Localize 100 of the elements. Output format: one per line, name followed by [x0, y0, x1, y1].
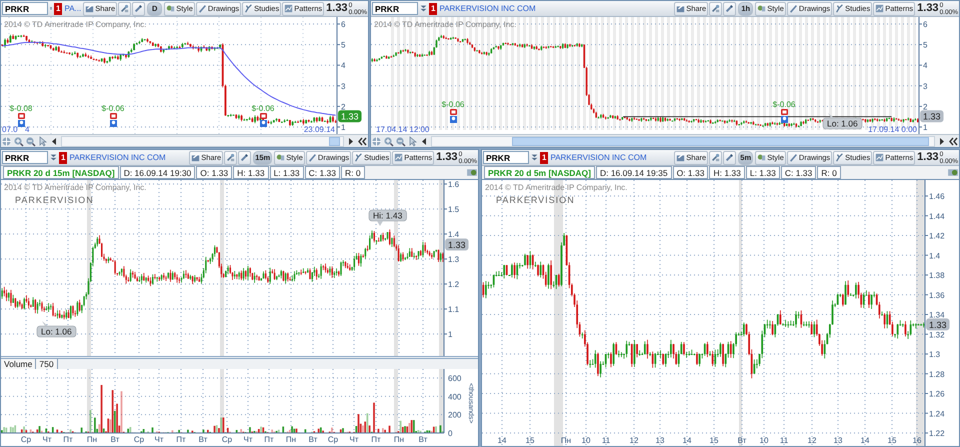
symbol-field[interactable]: PRKR — [372, 2, 418, 15]
zoom-in-icon[interactable] — [383, 136, 394, 146]
axis-label: Пт — [63, 435, 73, 444]
zoom-out-icon[interactable] — [395, 136, 406, 146]
axis-label: 1 — [923, 123, 928, 132]
axis-label: 1.6 — [448, 180, 460, 189]
axis-label: Вт — [198, 435, 208, 444]
symbol-field[interactable]: PRKR — [2, 151, 48, 164]
symbol-field[interactable]: PRKR — [483, 151, 529, 164]
pencil-icon — [240, 153, 250, 162]
price-badge: 1.33 — [445, 238, 469, 250]
copyright-text: 2014 © TD Ameritrade IP Company, Inc. — [4, 183, 146, 192]
company-link[interactable]: PARKERVISION INC COM — [69, 152, 166, 164]
pencil-icon — [198, 4, 207, 13]
axis-label: 1 — [448, 330, 452, 339]
info-field: D: 16.09.14 19:35 — [596, 166, 672, 179]
high-callout: Hi: 1.43 — [368, 210, 407, 226]
pencil-button[interactable] — [723, 150, 736, 164]
axis-label: Вт — [110, 435, 120, 444]
axis-label: 4 — [923, 61, 928, 70]
tool-button[interactable] — [709, 150, 722, 164]
axis-label: 1.4 — [929, 251, 940, 260]
info-field: R: 0 — [340, 166, 365, 179]
axis-label: 1.36 — [929, 290, 945, 300]
event-icon — [260, 113, 267, 119]
zoom-out-icon[interactable] — [25, 136, 36, 146]
dropdown-icon[interactable] — [419, 4, 428, 13]
earnings-label: $-0.08 — [10, 104, 32, 113]
axis-label: 3 — [341, 82, 346, 91]
company-link[interactable]: PARKERVISION INC COM — [550, 152, 647, 164]
axis-label: Ср — [222, 435, 232, 444]
info-field: O: 1.33 — [196, 166, 232, 179]
axis-label: 13 — [834, 436, 842, 445]
info-field: D: 16.09.14 19:30 — [120, 166, 196, 179]
low-callout: Lo: 1.06 — [822, 113, 862, 130]
axis-label: 11 — [602, 436, 610, 445]
axis-label: 600 — [448, 374, 462, 383]
alert-badge[interactable]: 1 — [59, 152, 68, 164]
company-link[interactable]: PARKERVISION INC COM — [439, 2, 536, 14]
share-icon — [191, 153, 200, 162]
expand-icon[interactable] — [357, 136, 368, 146]
alert-badge[interactable]: 1 — [429, 2, 438, 14]
expand-icon[interactable] — [948, 136, 959, 146]
share-icon — [676, 4, 686, 13]
info-field: R: 0 — [817, 166, 841, 179]
info-field: O: 1.33 — [672, 166, 708, 179]
axis-label: 0 — [448, 429, 452, 438]
date-label: 07.0 — [2, 125, 18, 134]
axis-label: 6 — [923, 20, 928, 29]
volume-value: 750 — [36, 359, 58, 369]
price-badge: 1.33 — [926, 318, 950, 330]
axis-label: Ср — [20, 435, 32, 444]
last-price: 1.33 — [917, 150, 939, 166]
dropdown-icon[interactable] — [530, 153, 539, 162]
studies-icon — [835, 153, 844, 162]
symbol-field[interactable]: PRKR — [2, 2, 48, 15]
axis-label: 1.34 — [929, 310, 945, 320]
wrench-icon — [711, 153, 720, 162]
bulb-icon — [260, 120, 267, 127]
alert-badge[interactable]: 1 — [54, 2, 62, 14]
axis-label: 15 — [526, 436, 534, 445]
info-field: H: 1.33 — [233, 166, 269, 179]
axis-label: 1.5 — [448, 205, 460, 214]
pencil-button[interactable] — [723, 2, 736, 16]
wrench-icon — [120, 4, 130, 13]
event-icon — [781, 109, 788, 115]
axis-label: 400 — [448, 392, 462, 402]
tool-button[interactable] — [118, 2, 132, 16]
info-field: C: 1.33 — [304, 166, 340, 179]
axis-label: 2 — [341, 102, 346, 112]
pencil-button[interactable] — [132, 2, 146, 16]
axis-label: 1.4 — [448, 230, 460, 239]
share-icon — [85, 4, 94, 13]
date-label: 17.04.14 12:00 — [376, 125, 430, 134]
alert-badge[interactable]: 1 — [540, 152, 548, 164]
company-link[interactable]: PA... — [64, 2, 82, 14]
share-icon — [676, 153, 686, 162]
style-icon — [757, 4, 766, 13]
axis-label: Пт — [176, 435, 186, 444]
dropdown-icon[interactable] — [49, 153, 58, 162]
axis-label: Пт — [371, 435, 381, 444]
axis-label: 1.2 — [448, 280, 460, 289]
bulb-icon — [110, 120, 117, 127]
info-field: L: 1.33 — [746, 166, 780, 179]
axis-label: 10 — [582, 436, 590, 445]
axis-label: Ср — [134, 435, 144, 444]
tool-button[interactable] — [224, 150, 238, 164]
pencil-icon — [725, 153, 734, 162]
event-icon — [18, 113, 25, 119]
axis-label: 15 — [888, 436, 896, 445]
scrollbar-thumb[interactable] — [512, 136, 929, 146]
axis-label: 3 — [923, 82, 928, 91]
pencil-icon — [134, 4, 144, 13]
zoom-in-icon[interactable] — [13, 136, 24, 146]
axis-label: 14 — [498, 436, 506, 445]
pencil-button[interactable] — [238, 150, 252, 164]
scrollbar-thumb[interactable] — [328, 136, 340, 146]
tool-button[interactable] — [709, 2, 722, 16]
company-logo: PARKERVISION — [15, 195, 94, 205]
axis-label: 4 — [341, 61, 346, 70]
